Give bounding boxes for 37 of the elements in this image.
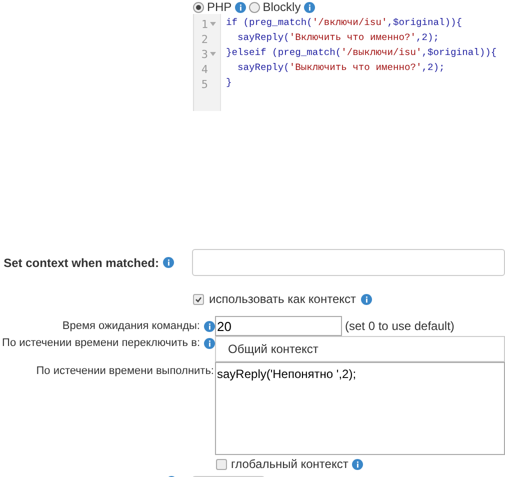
context-select[interactable]: Общий контекст — [215, 336, 505, 362]
info-icon[interactable] — [163, 257, 174, 268]
hint-text: (set 0 to use default) — [345, 319, 454, 333]
info-icon[interactable] — [361, 294, 372, 304]
line-number: 3 — [201, 48, 208, 61]
checkbox[interactable] — [193, 294, 204, 304]
radio-button[interactable] — [193, 2, 204, 12]
code-editor[interactable]: 1 2 3 4 5 if (preg_match('/включи/isu',$original)){ sayReply('Включить что именно?',2); }elseif (preg_match('/выключи/isu',$original)){ sayReply('Выключить что именно?',2); } — [193, 14, 505, 111]
radio-button[interactable] — [248, 2, 260, 12]
line-number: 2 — [201, 33, 208, 46]
code-line: } — [226, 77, 233, 90]
field-label: Время ожидания команды: — [62, 320, 200, 332]
info-icon[interactable] — [352, 458, 364, 470]
fold-caret-icon[interactable] — [210, 52, 216, 56]
code-line: if (preg_match('/включи/isu',$original)){ — [226, 17, 464, 30]
code-line: sayReply('Включить что именно?',2); — [236, 32, 440, 45]
info-icon[interactable] — [204, 320, 215, 332]
code-line: }elseif (preg_match('/выключи/isu',$original)){ — [226, 47, 497, 60]
checkbox-label: использовать как контекст — [209, 292, 356, 306]
line-number: 5 — [201, 78, 208, 91]
line-number: 4 — [201, 63, 208, 76]
info-icon[interactable] — [234, 2, 246, 12]
context-input-field[interactable] — [192, 249, 505, 276]
field-label: Set context when matched: — [4, 256, 159, 270]
code-line: sayReply('Выключить что именно?',2); — [236, 62, 446, 75]
field-label: По истечении времени выполнить: — [36, 365, 214, 377]
info-icon[interactable] — [304, 2, 315, 12]
radio-label: PHP — [207, 0, 232, 14]
fold-caret-icon[interactable] — [210, 22, 216, 26]
checkbox-label: глобальный контекст — [231, 457, 348, 471]
checkbox[interactable] — [216, 458, 227, 470]
radio-label: Blockly — [262, 0, 301, 14]
line-number: 1 — [201, 18, 208, 31]
timeout-input-field[interactable]: 20 — [215, 316, 342, 336]
info-icon[interactable] — [204, 338, 215, 348]
code-text-area[interactable]: sayReply('Непонятно ',2); — [215, 362, 505, 455]
field-label: По истечении времени переключить в: — [2, 337, 200, 349]
